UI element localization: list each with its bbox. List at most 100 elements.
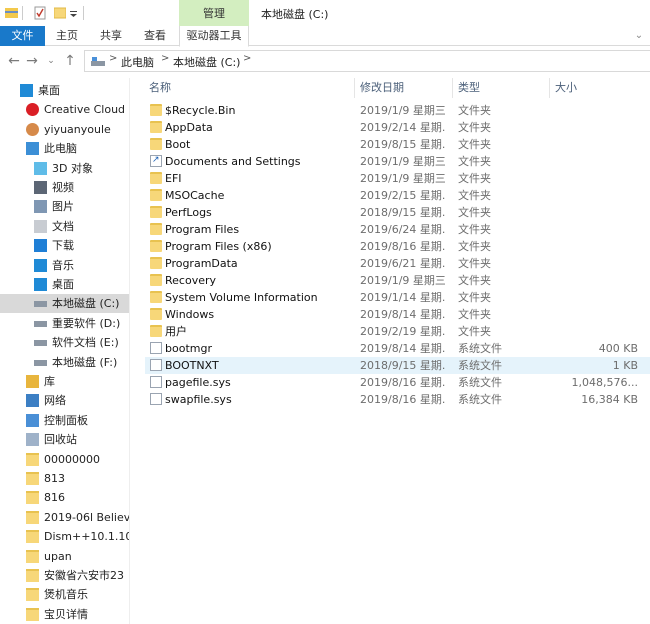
file-type: 文件夹 [458, 121, 491, 134]
column-divider[interactable] [452, 78, 453, 98]
drive-icon [34, 320, 47, 327]
table-row[interactable]: System Volume Information 2019/1/14 星期...… [145, 289, 650, 306]
nav-item[interactable]: 此电脑 [0, 139, 129, 158]
column-type[interactable]: 类型 [458, 78, 480, 98]
table-row[interactable]: Program Files (x86) 2019/8/16 星期... 文件夹 [145, 238, 650, 255]
nav-item[interactable]: 煲机音乐 [0, 585, 129, 604]
tab-view[interactable]: 查看 [135, 26, 175, 46]
address-bar[interactable]: > 此电脑 > 本地磁盘 (C:) > [84, 50, 650, 72]
nav-item-label: Creative Cloud [44, 103, 126, 117]
nav-item-label: 本地磁盘 (C:) [52, 297, 120, 311]
nav-item[interactable]: 安徽省六安市23 [0, 566, 129, 585]
recycle-bin-icon [26, 433, 39, 447]
table-row[interactable]: Documents and Settings 2019/1/9 星期三 ... 文件… [145, 152, 650, 170]
nav-item[interactable]: Creative Cloud [0, 100, 129, 119]
file-name: bootmgr [165, 342, 212, 355]
expand-ribbon-icon[interactable]: ⌄ [632, 29, 646, 43]
table-row[interactable]: ProgramData 2019/6/21 星期... 文件夹 [145, 255, 650, 272]
back-icon[interactable]: ← [6, 53, 22, 69]
tab-home[interactable]: 主页 [47, 26, 87, 46]
column-name[interactable]: 名称 [149, 78, 171, 98]
nav-item[interactable]: 视频 [0, 178, 129, 197]
up-icon[interactable]: ↑ [62, 53, 78, 69]
table-row[interactable]: Windows 2019/8/14 星期... 文件夹 [145, 306, 650, 323]
table-row[interactable]: 用户 2019/2/19 星期... 文件夹 [145, 323, 650, 340]
tab-drive-tools[interactable]: 驱动器工具 [179, 26, 249, 47]
video-icon [34, 181, 47, 194]
nav-item[interactable]: 音乐 [0, 256, 129, 275]
table-row[interactable]: bootmgr 2019/8/14 星期... 系统文件 400 KB [145, 340, 650, 357]
tab-share[interactable]: 共享 [91, 26, 131, 46]
table-row[interactable]: swapfile.sys 2019/8/16 星期... 系统文件 16,384 KB [145, 391, 650, 408]
nav-item-label: 816 [44, 491, 65, 505]
tab-file[interactable]: 文件 [0, 26, 45, 46]
table-row[interactable]: AppData 2019/2/14 星期... 文件夹 [145, 119, 650, 136]
breadcrumb-drive-c[interactable]: 本地磁盘 (C:) [173, 54, 240, 70]
folder-icon [150, 274, 162, 286]
recent-locations-icon[interactable]: ⌄ [43, 53, 59, 69]
file-name: pagefile.sys [165, 376, 231, 389]
table-row[interactable]: Boot 2019/8/15 星期... 文件夹 [145, 136, 650, 153]
nav-item[interactable]: 816 [0, 488, 129, 507]
table-row[interactable]: Program Files 2019/6/24 星期... 文件夹 [145, 221, 650, 238]
column-divider[interactable] [549, 78, 550, 98]
file-date: 2019/8/14 星期... [360, 308, 445, 321]
nav-item[interactable]: upan [0, 547, 129, 566]
file-name: Windows [165, 308, 215, 321]
table-row[interactable]: $Recycle.Bin 2019/1/9 星期三 ... 文件夹 [145, 102, 650, 119]
nav-item[interactable]: 库 [0, 372, 129, 391]
manage-context-tab[interactable]: 管理 [179, 0, 249, 26]
file-date: 2019/8/15 星期... [360, 138, 445, 151]
nav-item[interactable]: 图片 [0, 197, 129, 216]
file-date: 2019/1/14 星期... [360, 291, 445, 304]
nav-item[interactable]: 813 [0, 469, 129, 488]
nav-item[interactable]: 控制面板 [0, 411, 129, 430]
folder-icon [150, 189, 162, 201]
nav-item[interactable]: 下载 [0, 236, 129, 255]
nav-item[interactable]: 桌面 [0, 275, 129, 294]
nav-item[interactable]: yiyuanyoule [0, 120, 129, 139]
nav-item[interactable]: 网络 [0, 391, 129, 410]
nav-item[interactable]: 文档 [0, 217, 129, 236]
table-row[interactable]: MSOCache 2019/2/15 星期... 文件夹 [145, 187, 650, 204]
folder-icon [150, 240, 162, 252]
nav-item[interactable]: Dism++10.1.10 [0, 527, 129, 546]
file-date: 2018/9/15 星期... [360, 359, 445, 372]
nav-item[interactable]: 本地磁盘 (C:) [0, 294, 129, 314]
table-row[interactable]: pagefile.sys 2019/8/16 星期... 系统文件 1,048,576… [145, 374, 650, 391]
nav-item[interactable]: 00000000 [0, 450, 129, 469]
nav-item[interactable]: 重要软件 (D:) [0, 314, 129, 333]
table-row[interactable]: PerfLogs 2018/9/15 星期... 文件夹 [145, 204, 650, 221]
file-date: 2019/8/16 星期... [360, 376, 445, 389]
table-row[interactable]: BOOTNXT 2018/9/15 星期... 系统文件 1 KB [145, 357, 650, 374]
nav-item[interactable]: 3D 对象 [0, 159, 129, 178]
nav-item[interactable]: 桌面 [0, 81, 129, 100]
folder-icon [26, 588, 39, 602]
file-date: 2019/1/9 星期三 ... [360, 274, 445, 287]
table-row[interactable]: EFI 2019/1/9 星期三 ... 文件夹 [145, 170, 650, 187]
nav-item-label: 网络 [44, 394, 66, 408]
column-size[interactable]: 大小 [555, 78, 577, 98]
separator [83, 6, 84, 20]
control-panel-icon [26, 413, 39, 427]
properties-icon[interactable] [34, 5, 46, 21]
nav-item[interactable]: 本地磁盘 (F:) [0, 353, 129, 372]
folder-icon [150, 325, 162, 337]
desktop-icon [34, 278, 47, 291]
nav-item-label: 813 [44, 472, 65, 485]
nav-item[interactable]: 软件文档 (E:) [0, 333, 129, 352]
column-divider[interactable] [354, 78, 355, 98]
nav-item[interactable]: 回收站 [0, 430, 129, 449]
column-date[interactable]: 修改日期 [360, 78, 404, 98]
customize-dropdown-icon[interactable] [70, 5, 78, 21]
breadcrumb-this-pc[interactable]: 此电脑 [121, 54, 154, 70]
file-name: Documents and Settings [165, 155, 301, 168]
nav-item[interactable]: 2019-06l Believ [0, 508, 129, 527]
table-row[interactable]: Recovery 2019/1/9 星期三 ... 文件夹 [145, 272, 650, 289]
nav-item[interactable]: 宝贝详情 [0, 605, 129, 624]
forward-icon[interactable]: → [24, 53, 40, 69]
file-date: 2019/8/16 星期... [360, 240, 445, 253]
new-folder-icon[interactable] [54, 5, 66, 21]
folder-icon [26, 510, 39, 524]
nav-item-label: 本地磁盘 (F:) [52, 355, 118, 369]
